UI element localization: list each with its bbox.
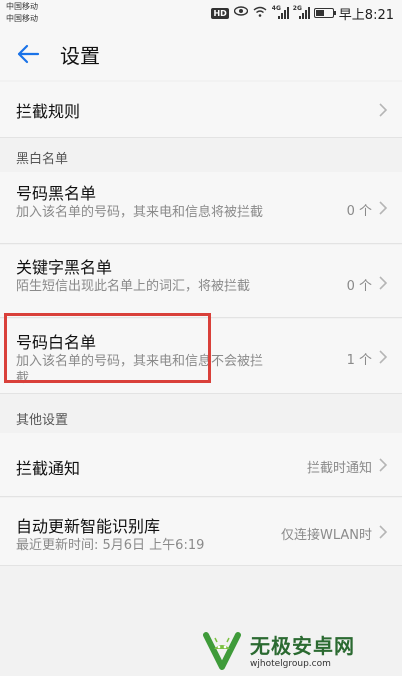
app-bar: 设置 bbox=[0, 28, 402, 80]
blacklist-description: 加入该名单的号码，其来电和信息将被拦截 bbox=[16, 205, 264, 220]
watermark-url: wjhotelgroup.com bbox=[250, 658, 331, 669]
section-other-settings: 其他设置 bbox=[0, 401, 402, 433]
block-notification-row[interactable]: 拦截通知 拦截时通知 bbox=[0, 433, 402, 497]
android-logo-icon bbox=[203, 632, 241, 670]
hd-icon: HD bbox=[211, 7, 229, 19]
page-title: 设置 bbox=[60, 43, 100, 68]
auto-update-row[interactable]: 自动更新智能识别库 最近更新时间: 5月6日 上午6:19 仅连接WLAN时 bbox=[0, 498, 402, 566]
eye-icon bbox=[233, 6, 248, 20]
keyword-blacklist-label: 关键字黑名单 bbox=[16, 258, 113, 277]
blacklist-count: 0 个 bbox=[346, 204, 372, 219]
watermark-title: 无极安卓网 bbox=[250, 633, 355, 658]
watermark: 无极安卓网 wjhotelgroup.com bbox=[200, 626, 400, 672]
block-notification-value: 拦截时通知 bbox=[306, 461, 372, 476]
keyword-blacklist-count: 0 个 bbox=[346, 279, 372, 294]
signal-2g-icon: 2G bbox=[293, 5, 310, 19]
back-button[interactable] bbox=[14, 40, 42, 68]
auto-update-label: 自动更新智能识别库 bbox=[16, 517, 161, 536]
highlight-box bbox=[4, 313, 211, 383]
wifi-icon bbox=[253, 6, 267, 21]
auto-update-last-time: 最近更新时间: 5月6日 上午6:19 bbox=[16, 538, 205, 553]
keyword-blacklist-description: 陌生短信出现此名单上的词汇，将被拦截 bbox=[16, 279, 251, 294]
section-title: 黑白名单 bbox=[16, 152, 69, 167]
signal-4g-icon: 4G bbox=[272, 5, 289, 19]
auto-update-condition: 仅连接WLAN时 bbox=[280, 528, 372, 543]
chevron-right-icon bbox=[379, 458, 388, 472]
block-rules-row[interactable]: 拦截规则 bbox=[0, 82, 402, 138]
blacklist-label: 号码黑名单 bbox=[16, 184, 97, 203]
section-black-white: 黑白名单 bbox=[0, 140, 402, 172]
section-title: 其他设置 bbox=[16, 413, 69, 428]
back-arrow-icon bbox=[17, 44, 40, 64]
battery-icon bbox=[313, 8, 336, 18]
carrier-2: 中国移动 bbox=[6, 14, 38, 23]
clock: 早上8:21 bbox=[338, 7, 394, 23]
status-icons: HD 4G 2G 早上8:21 bbox=[211, 5, 394, 23]
keyword-blacklist-row[interactable]: 关键字黑名单 陌生短信出现此名单上的词汇，将被拦截 0 个 bbox=[0, 245, 402, 318]
chevron-right-icon bbox=[379, 276, 388, 290]
block-notification-label: 拦截通知 bbox=[16, 459, 81, 478]
status-bar: 中国移动 中国移动 HD 4G 2G 早上8:21 bbox=[0, 0, 402, 28]
chevron-right-icon bbox=[379, 201, 388, 215]
blacklist-row[interactable]: 号码黑名单 加入该名单的号码，其来电和信息将被拦截 0 个 bbox=[0, 172, 402, 244]
chevron-right-icon bbox=[379, 350, 388, 364]
chevron-right-icon bbox=[379, 525, 388, 539]
block-rules-label: 拦截规则 bbox=[16, 102, 81, 121]
whitelist-count: 1 个 bbox=[346, 353, 372, 368]
chevron-right-icon bbox=[379, 103, 388, 117]
carrier-1: 中国移动 bbox=[6, 2, 38, 11]
